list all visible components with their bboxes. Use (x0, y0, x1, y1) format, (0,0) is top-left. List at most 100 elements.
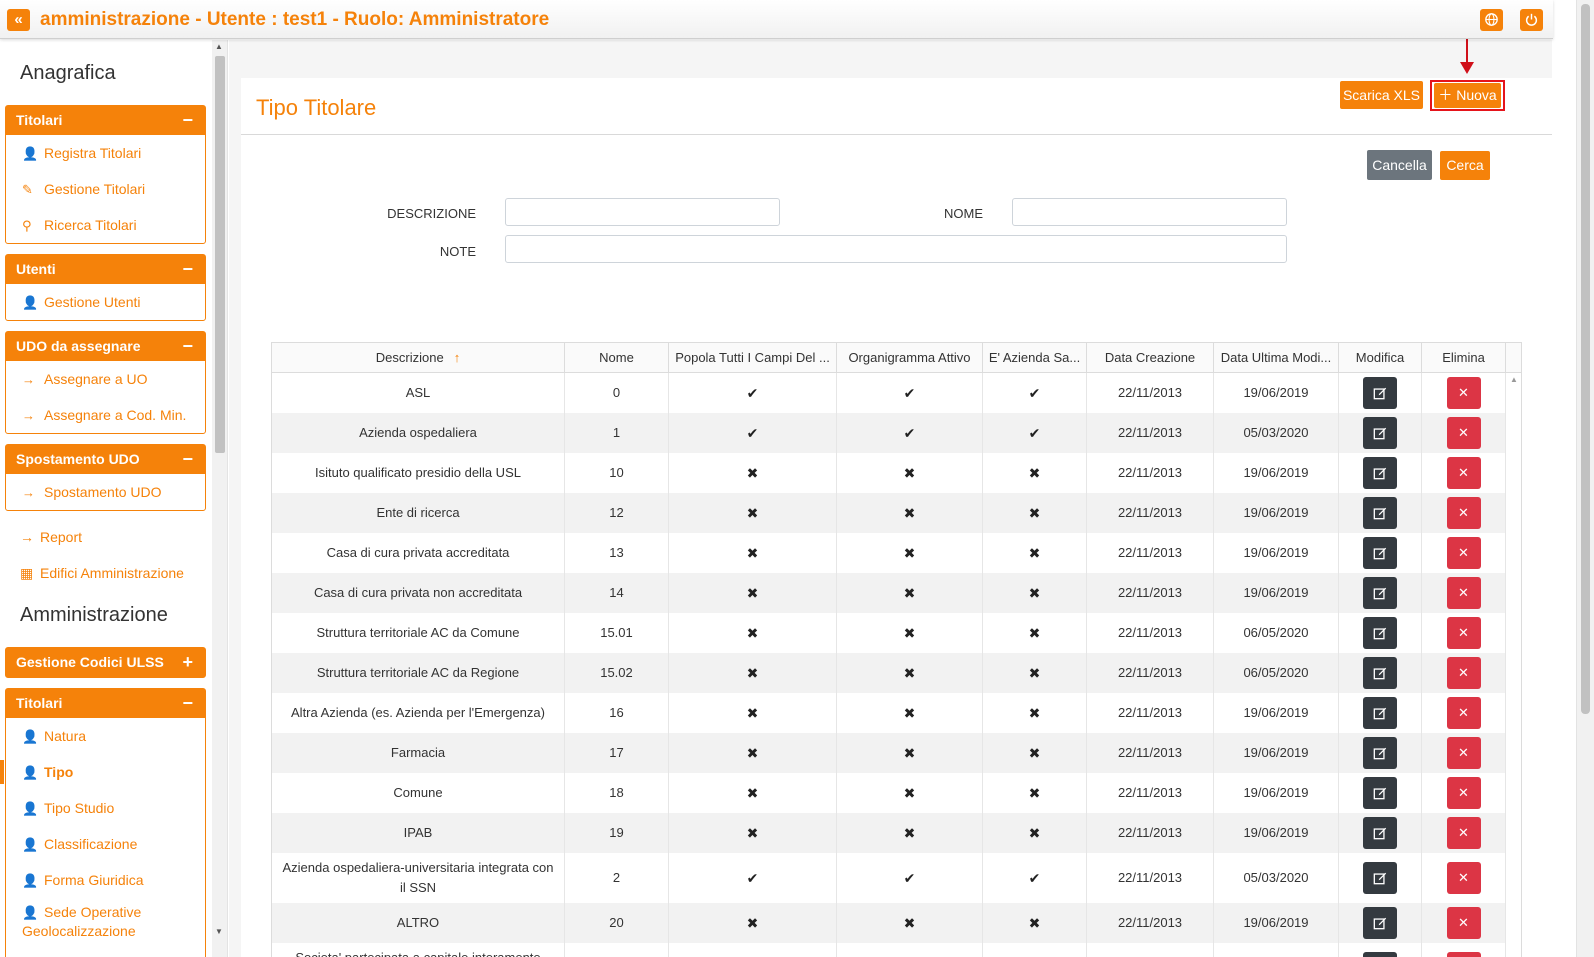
edit-button[interactable] (1363, 617, 1397, 649)
table-row[interactable]: IPAB 19 ✖ ✖ ✖ 22/11/2013 19/06/2019 ✕ (272, 813, 1506, 853)
scroll-down-icon[interactable]: ▼ (215, 927, 223, 936)
edit-button[interactable] (1363, 817, 1397, 849)
sidebar-item-gestione-utenti[interactable]: 👤 Gestione Utenti (6, 284, 205, 320)
collapse-icon[interactable]: − (182, 332, 193, 361)
page-scrollbar[interactable] (1576, 0, 1594, 957)
sidebar-item-assegnare-cod-min[interactable]: → Assegnare a Cod. Min. (6, 397, 205, 433)
table-row[interactable]: Comune 18 ✖ ✖ ✖ 22/11/2013 19/06/2019 ✕ (272, 773, 1506, 813)
table-row[interactable]: Struttura territoriale AC da Comune 15.01… (272, 613, 1506, 653)
delete-button[interactable]: ✕ (1446, 577, 1481, 609)
page-scroll-thumb[interactable] (1581, 4, 1590, 714)
group-header-titolari[interactable]: Titolari − (6, 106, 205, 135)
collapse-icon[interactable]: − (182, 255, 193, 284)
column-header-azienda-sanitaria[interactable]: E' Azienda Sa... (983, 343, 1087, 373)
column-header-data-creazione[interactable]: Data Creazione (1087, 343, 1214, 373)
cancella-button[interactable]: Cancella (1367, 150, 1432, 180)
edit-button[interactable] (1363, 697, 1397, 729)
group-header-titolari-admin[interactable]: Titolari − (6, 689, 205, 718)
edit-button[interactable] (1363, 417, 1397, 449)
collapse-icon[interactable]: − (182, 445, 193, 474)
cell-popola: ✖ (669, 903, 837, 943)
delete-button[interactable]: ✕ (1446, 777, 1481, 809)
sidebar-item-assegnare-uo[interactable]: → Assegnare a UO (6, 361, 205, 397)
table-row[interactable]: ALTRO 20 ✖ ✖ ✖ 22/11/2013 19/06/2019 ✕ (272, 903, 1506, 943)
sidebar-item-tipo[interactable]: 👤 Tipo (0, 754, 205, 790)
table-row[interactable]: Casa di cura privata accreditata 13 ✖ ✖ ✖ 22/… (272, 533, 1506, 573)
descrizione-input[interactable] (505, 198, 780, 226)
delete-button[interactable]: ✕ (1446, 907, 1481, 939)
edit-button[interactable] (1363, 862, 1397, 894)
sidebar-item-gestione-titolari[interactable]: ✎ Gestione Titolari (6, 171, 205, 207)
delete-button[interactable]: ✕ (1446, 497, 1481, 529)
sidebar-item-tipo-studio[interactable]: 👤 Tipo Studio (6, 790, 205, 826)
sidebar-item-sede-operative[interactable]: 👤 Sede Operative Geolocalizzazione (6, 898, 191, 939)
delete-button[interactable]: ✕ (1446, 862, 1481, 894)
table-row[interactable]: Azienda ospedaliera 1 ✔ ✔ ✔ 22/11/2013 05/03/2… (272, 413, 1506, 453)
table-row[interactable]: Ente di ricerca 12 ✖ ✖ ✖ 22/11/2013 19/06/2019… (272, 493, 1506, 533)
group-header-utenti[interactable]: Utenti − (6, 255, 205, 284)
nuova-button[interactable]: ＋ Nuova (1434, 83, 1501, 108)
cell-popola: ✖ (669, 733, 837, 773)
edit-button[interactable] (1363, 457, 1397, 489)
table-row[interactable]: Isituto qualificato presidio della USL 10… (272, 453, 1506, 493)
sidebar-item-registra-titolari[interactable]: 👤 Registra Titolari (6, 135, 205, 171)
edit-button[interactable] (1363, 377, 1397, 409)
edit-button[interactable] (1363, 737, 1397, 769)
sidebar-item-spostamento-udo[interactable]: → Spostamento UDO (6, 474, 205, 510)
collapse-sidebar-button[interactable]: « (7, 9, 30, 31)
edit-button[interactable] (1363, 777, 1397, 809)
group-header-udo[interactable]: UDO da assegnare − (6, 332, 205, 361)
delete-button[interactable]: ✕ (1446, 697, 1481, 729)
sidebar-link-edifici[interactable]: ▦ Edifici Amministrazione (20, 565, 184, 582)
table-row[interactable]: Struttura territoriale AC da Regione 15.0… (272, 653, 1506, 693)
table-row[interactable]: Casa di cura privata non accreditata 14 ✖ ✖… (272, 573, 1506, 613)
edit-button[interactable] (1363, 577, 1397, 609)
globe-icon[interactable] (1480, 9, 1503, 31)
column-header-descrizione[interactable]: Descrizione ↑ (272, 343, 565, 373)
delete-button[interactable]: ✕ (1446, 377, 1481, 409)
collapse-icon[interactable]: − (182, 106, 193, 135)
group-header-codici-ulss[interactable]: Gestione Codici ULSS + (6, 648, 205, 677)
scroll-up-icon[interactable]: ▲ (1510, 375, 1518, 384)
column-header-nome[interactable]: Nome (565, 343, 669, 373)
edit-button[interactable] (1363, 952, 1397, 957)
power-icon[interactable] (1520, 9, 1543, 31)
sidebar-link-report[interactable]: → Report (20, 529, 82, 545)
sidebar-item-forma-giuridica[interactable]: 👤 Forma Giuridica (6, 862, 205, 898)
table-scrollbar[interactable]: ▲ (1506, 373, 1521, 957)
delete-button[interactable]: ✕ (1446, 817, 1481, 849)
expand-icon[interactable]: + (182, 648, 193, 677)
edit-button[interactable] (1363, 907, 1397, 939)
sidebar-scroll-thumb[interactable] (215, 56, 225, 453)
sidebar-scrollbar[interactable]: ▲ ▼ (212, 40, 227, 957)
delete-button[interactable]: ✕ (1446, 657, 1481, 689)
edit-button[interactable] (1363, 537, 1397, 569)
delete-button[interactable]: ✕ (1446, 457, 1481, 489)
edit-button[interactable] (1363, 657, 1397, 689)
user-edit-icon: 👤 (22, 146, 39, 161)
table-row[interactable]: Altra Azienda (es. Azienda per l'Emergen… (272, 693, 1506, 733)
table-row[interactable]: Societa' partecipata a capitale interame… (272, 943, 1506, 957)
nome-input[interactable] (1012, 198, 1287, 226)
sidebar-item-ricerca-titolari[interactable]: ⚲ Ricerca Titolari (6, 207, 205, 243)
scroll-up-icon[interactable]: ▲ (215, 42, 223, 51)
delete-button[interactable]: ✕ (1446, 737, 1481, 769)
sidebar-item-classificazione[interactable]: 👤 Classificazione (6, 826, 205, 862)
column-header-organigramma[interactable]: Organigramma Attivo (837, 343, 983, 373)
collapse-icon[interactable]: − (182, 689, 193, 718)
delete-button[interactable]: ✕ (1446, 417, 1481, 449)
scarica-xls-button[interactable]: Scarica XLS (1340, 81, 1423, 109)
table-row[interactable]: ASL 0 ✔ ✔ ✔ 22/11/2013 19/06/2019 ✕ (272, 373, 1506, 413)
delete-button[interactable]: ✕ (1446, 617, 1481, 649)
column-header-popola[interactable]: Popola Tutti I Campi Del ... (669, 343, 837, 373)
note-input[interactable] (505, 235, 1287, 263)
edit-button[interactable] (1363, 497, 1397, 529)
table-row[interactable]: Azienda ospedaliera-universitaria integr… (272, 853, 1506, 903)
table-row[interactable]: Farmacia 17 ✖ ✖ ✖ 22/11/2013 19/06/2019 ✕ (272, 733, 1506, 773)
delete-button[interactable]: ✕ (1446, 952, 1481, 957)
sidebar-item-natura[interactable]: 👤 Natura (6, 718, 205, 754)
cerca-button[interactable]: Cerca (1440, 151, 1490, 180)
group-header-spostamento[interactable]: Spostamento UDO − (6, 445, 205, 474)
delete-button[interactable]: ✕ (1446, 537, 1481, 569)
column-header-data-ultima-modifica[interactable]: Data Ultima Modi... (1214, 343, 1339, 373)
